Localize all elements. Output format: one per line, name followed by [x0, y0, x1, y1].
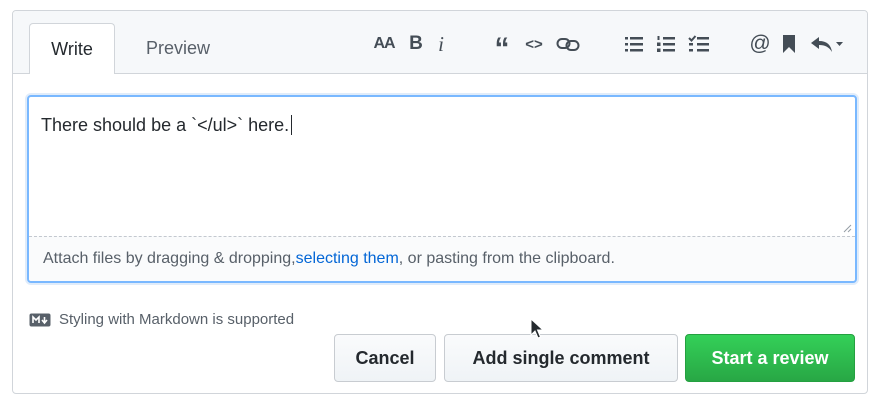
ordered-list-icon[interactable]	[653, 29, 679, 59]
resize-handle-icon[interactable]	[842, 223, 852, 233]
start-review-button[interactable]: Start a review	[685, 334, 855, 382]
heading-icon[interactable]: AA	[369, 29, 399, 59]
unordered-list-icon[interactable]	[621, 29, 647, 59]
task-list-icon[interactable]	[685, 29, 713, 59]
tab-preview[interactable]: Preview	[123, 23, 233, 74]
tab-write[interactable]: Write	[29, 23, 115, 74]
markdown-toolbar: AA B i “ <> @	[363, 29, 855, 65]
review-comment-form: Write Preview AA B i “ <> @ There should…	[12, 10, 868, 394]
bold-icon[interactable]: B	[405, 29, 427, 59]
quote-icon[interactable]: “	[489, 29, 515, 65]
select-files-link[interactable]: selecting them	[296, 250, 399, 268]
italic-icon[interactable]: i	[431, 29, 451, 59]
markdown-help-text: Styling with Markdown is supported	[59, 311, 295, 328]
code-icon[interactable]: <>	[521, 29, 547, 59]
link-icon[interactable]	[553, 29, 583, 59]
bookmark-icon[interactable]	[777, 29, 801, 59]
editor-tab-bar: Write Preview AA B i “ <> @	[13, 11, 867, 74]
file-drop-zone[interactable]: Attach files by dragging & dropping, sel…	[29, 236, 855, 281]
reply-icon[interactable]	[807, 29, 847, 59]
cancel-button[interactable]: Cancel	[334, 334, 436, 382]
drop-zone-suffix: , or pasting from the clipboard.	[398, 250, 615, 267]
comment-text: There should be a `</ul>` here.	[41, 115, 290, 135]
markdown-icon	[29, 313, 51, 326]
comment-editor: There should be a `</ul>` here. Attach f…	[27, 95, 857, 283]
drop-zone-prefix: Attach files by dragging & dropping,	[43, 250, 296, 267]
mention-icon[interactable]: @	[747, 29, 773, 59]
mouse-pointer-icon	[530, 318, 544, 339]
markdown-help[interactable]: Styling with Markdown is supported	[29, 311, 294, 328]
comment-textarea[interactable]: There should be a `</ul>` here.	[29, 97, 855, 238]
add-single-comment-button[interactable]: Add single comment	[444, 334, 678, 382]
text-caret	[291, 115, 293, 135]
